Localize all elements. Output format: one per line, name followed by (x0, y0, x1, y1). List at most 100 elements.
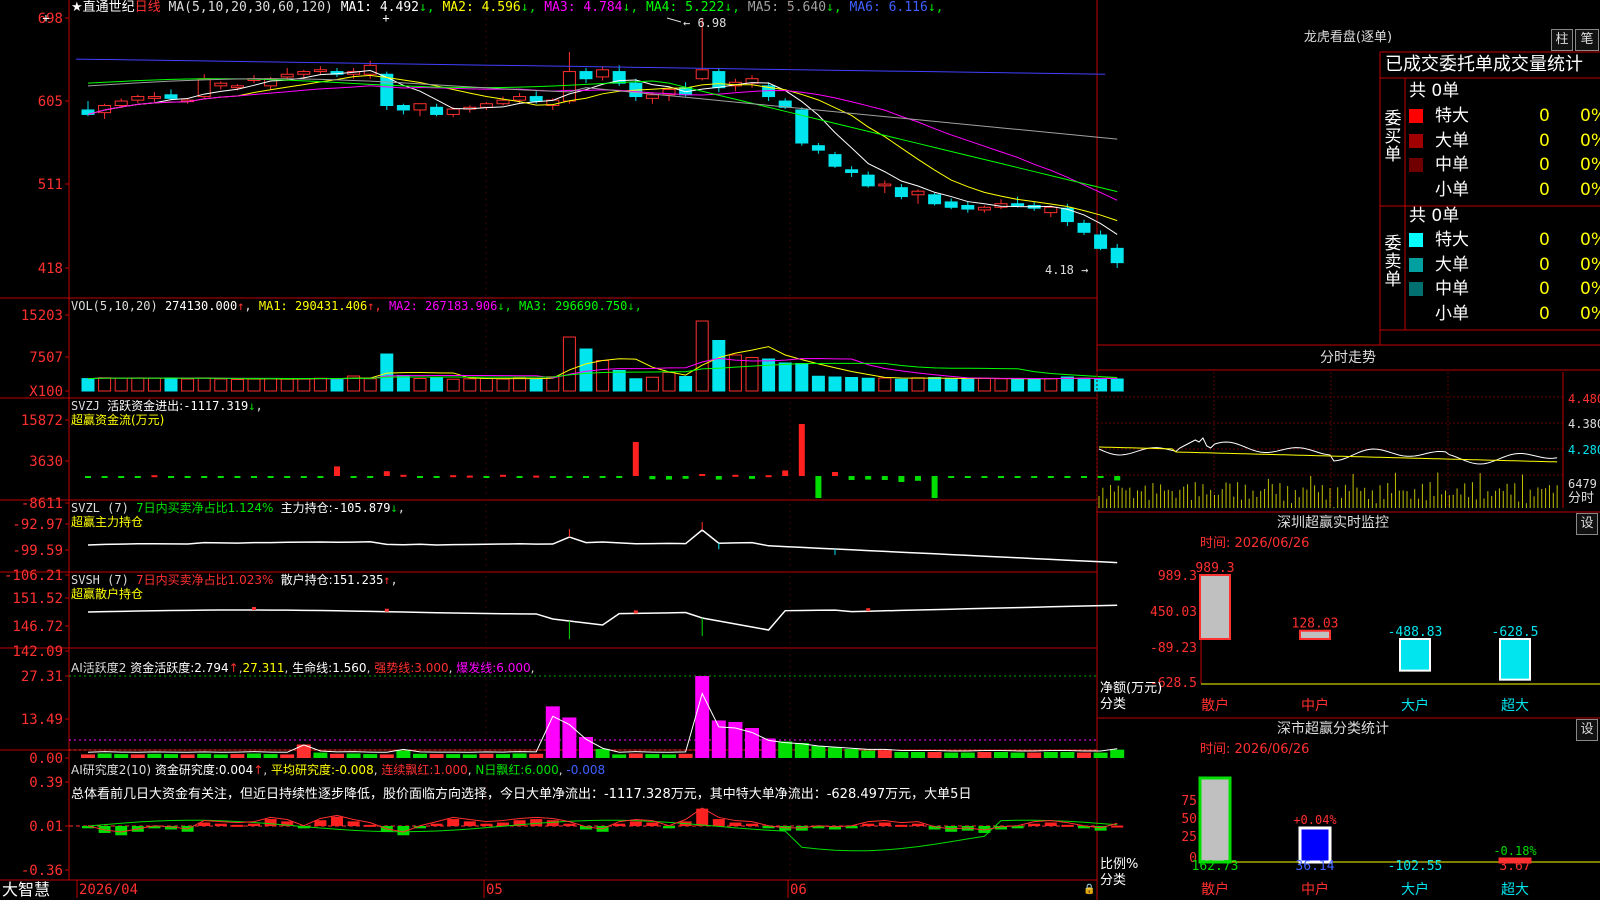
svzj-arrow: ↓ (248, 399, 256, 413)
high-price-label: ← 6.98 (683, 16, 726, 30)
candle-body (214, 82, 228, 87)
volume-bar (778, 362, 792, 392)
ai2-header: AI研究度2(10) 资金研究度:0.004↑, 平均研究度:-0.008, 连… (71, 763, 606, 777)
candle-body (961, 205, 975, 210)
vol-header: VOL(5,10,20) 274130.000 ↑, MA1: 290431.40… (71, 299, 642, 313)
ai2-bar (629, 821, 642, 826)
svzj-tick: 3630 (29, 454, 63, 470)
ai2-title: AI研究度2(10) (71, 763, 152, 777)
flow-bar (583, 476, 589, 478)
flow-bar (85, 476, 91, 478)
ai1-bar (861, 750, 876, 758)
ai1-v3: 1.560 (332, 661, 367, 675)
sell-order-name: 大单 (1435, 254, 1469, 275)
flow-bar (483, 476, 490, 478)
ai1-bar (960, 752, 975, 758)
volume-bar (513, 377, 527, 392)
ai1-bar (1093, 752, 1108, 758)
flow-bar (1014, 476, 1021, 478)
monitor-value: -488.83 (1388, 625, 1443, 640)
volume-bar (463, 378, 477, 392)
volume-bar (977, 378, 991, 392)
ai2-value: 0.004 (218, 763, 254, 777)
ai1-bar (114, 754, 129, 758)
period-label[interactable]: 日线 (135, 0, 161, 15)
flow-bar (549, 476, 556, 478)
candle-body (363, 64, 377, 75)
ai1-title: AI活跃度2 (71, 661, 127, 675)
ai2-bar (331, 816, 343, 826)
candle-body (529, 96, 543, 102)
intraday-volume-unit: 分时 (1568, 491, 1595, 506)
column-view-button[interactable]: 柱 (1551, 29, 1573, 51)
volume-bar (712, 340, 726, 392)
sell-order-percent: 0% (1580, 254, 1600, 275)
flow-bar (1064, 476, 1071, 478)
monitor-time: 时间: 2026/06/26 (1200, 536, 1310, 551)
volume-bar (845, 377, 859, 392)
stats-settings-button[interactable]: 设 (1576, 719, 1598, 741)
vol-tick: 7507 (29, 350, 63, 366)
volume-bar (596, 360, 610, 392)
monitor-settings-button[interactable]: 设 (1576, 513, 1598, 535)
svsh-value: 151.235 (332, 573, 384, 587)
volume-bar (114, 377, 128, 392)
flow-bar (699, 474, 706, 476)
ai2-bar (314, 820, 327, 826)
buy-order-swatch (1409, 133, 1423, 148)
volume-bar (297, 378, 311, 392)
svzl-header: SVZL (7) 7日内买卖净占比1.124% 主力持仓:-105.879↓, … (71, 501, 405, 529)
ai2-bar (1061, 824, 1074, 827)
volume-bar (363, 378, 377, 392)
svsh-mark (866, 608, 871, 612)
buy-order-percent: 0% (1580, 155, 1600, 176)
ai1-label5: 爆发线: (456, 661, 497, 675)
tick-view-button[interactable]: 笔 (1575, 29, 1599, 51)
flow-bar (865, 476, 872, 480)
ai2-tick: 0.01 (29, 819, 63, 835)
app-logo[interactable]: 大智慧 (2, 881, 50, 899)
sell-order-name: 小单 (1435, 303, 1469, 324)
ma3-arrow: ↓, (622, 0, 646, 15)
flow-bar (981, 476, 988, 478)
ai2-arrow: ↑ (253, 763, 264, 777)
volume-bar (961, 378, 975, 392)
flow-bar (798, 424, 805, 476)
candle-body (313, 69, 327, 73)
monitor-title: 深圳超赢实时监控 (1277, 515, 1389, 531)
svsh-ratio: 7日内买卖净占比1.023% (136, 573, 274, 587)
volume-bar (396, 375, 410, 392)
vol-value: 274130.000 (164, 299, 238, 313)
volume-bar (1110, 378, 1124, 392)
volume-bar (629, 378, 643, 392)
intraday-volume: 6479 (1568, 477, 1597, 491)
candle-body (596, 69, 610, 78)
ai1-bar (1077, 752, 1091, 758)
svsh-tick: 146.72 (12, 619, 63, 635)
stats-value: 36.14 (1295, 859, 1334, 874)
ma3-value: MA3: 4.784 (544, 0, 623, 15)
intraday-price-high: 4.480 (1568, 392, 1600, 406)
ai1-bar (977, 751, 992, 758)
buy-order-swatch (1409, 182, 1423, 197)
buy-order-name: 小单 (1435, 179, 1469, 200)
volume-bar (645, 376, 659, 392)
ai1-tick: 13.49 (21, 712, 63, 728)
ai1-bar (529, 753, 544, 758)
ai1-bar (994, 751, 1008, 758)
volume-bar (1011, 378, 1025, 392)
lock-icon[interactable]: 🔒 (1083, 884, 1095, 896)
ai2-tick: -0.36 (21, 863, 63, 879)
ai2-summary: 总体看前几日大资金有关注，但近日持续性逐步降低，股价面临方向选择，今日大单净流出… (71, 787, 972, 802)
candle-body (828, 154, 842, 167)
ai1-bar (247, 753, 261, 758)
flow-bar (151, 475, 158, 478)
ai1-bar (612, 754, 627, 758)
intraday-price-low: 4.280 (1568, 443, 1600, 457)
ma2-value: MA2: 4.596 (442, 0, 521, 15)
stock-name[interactable]: ★直通世纪 (71, 0, 135, 15)
flow-bar (682, 476, 689, 479)
svsh-mark (633, 610, 638, 614)
ai1-bar (894, 751, 909, 758)
monitor-category: 大户 (1401, 697, 1429, 714)
